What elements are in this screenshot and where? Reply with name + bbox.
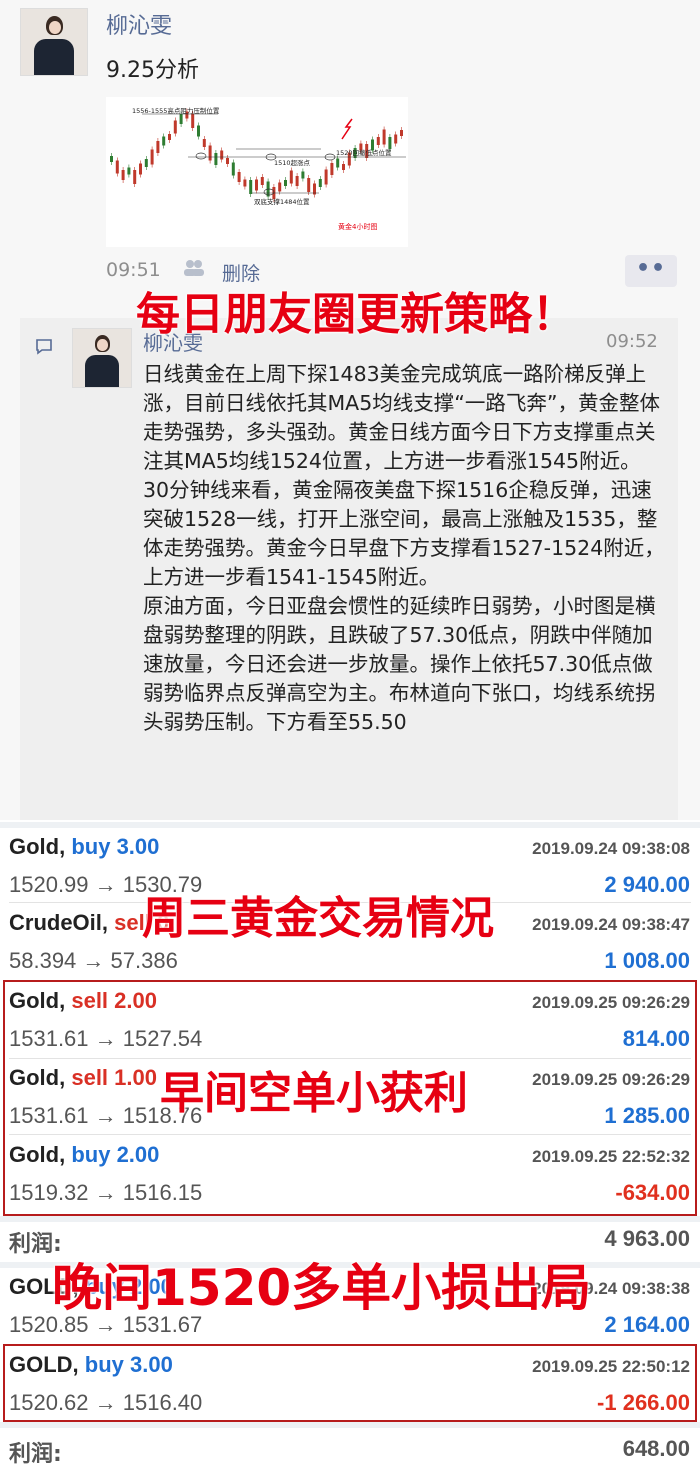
trade-profit: 814.00 xyxy=(622,1026,690,1051)
profit-summary-value: 648.00 xyxy=(622,1436,690,1461)
trade-row[interactable]: Gold, buy 2.00 2019.09.25 22:52:32 1519.… xyxy=(0,1138,700,1208)
trade-side: buy 2.00 xyxy=(71,1142,160,1167)
trade-prices: 1519.32 → 1516.15 xyxy=(9,1180,203,1205)
comment-text: 日线黄金在上周下探1483美金完成筑底一路阶梯反弹上涨，目前日线依托其MA5均线… xyxy=(143,360,668,737)
trade-date: 2019.09.25 09:26:29 xyxy=(532,993,690,1012)
trade-profit: 1 285.00 xyxy=(604,1103,690,1128)
trade-side: buy 3.00 xyxy=(84,1352,173,1377)
trade-symbol: Gold, xyxy=(9,988,66,1013)
profit-summary-label: 利润: xyxy=(9,1442,62,1467)
profit-summary-value: 4 963.00 xyxy=(604,1226,690,1251)
trade-side: sell 2.00 xyxy=(71,988,157,1013)
chart-annotation-resistance: 1556-1555高点阻力压制位置 xyxy=(132,106,220,115)
comment-icon xyxy=(34,336,54,360)
overlay-banner-morning-short: 早间空单小获利 xyxy=(160,1068,468,1119)
trade-side: sell 1.00 xyxy=(71,1065,157,1090)
trade-profit: 1 008.00 xyxy=(604,948,690,973)
trade-date: 2019.09.25 09:26:29 xyxy=(532,1070,690,1089)
more-actions-button[interactable]: •• xyxy=(625,255,677,287)
author-avatar[interactable] xyxy=(20,8,88,76)
trade-profit: 2 940.00 xyxy=(604,872,690,897)
trade-symbol: Gold, xyxy=(9,1065,66,1090)
comment-paragraph: 30分钟线来看，黄金隔夜美盘下探1516企稳反弹，迅速突破1528一线，打开上涨… xyxy=(143,478,665,589)
post-title: 9.25分析 xyxy=(106,58,199,83)
trade-prices: 58.394 → 57.386 xyxy=(9,948,178,973)
chart-caption: 黄金4小时图 xyxy=(338,222,377,231)
overlay-banner-evening-loss: 晚间1520多单小损出局 xyxy=(52,1259,592,1317)
trade-row[interactable]: GOLD, buy 3.00 2019.09.25 22:50:12 1520.… xyxy=(0,1348,700,1418)
trade-date: 2019.09.25 22:52:32 xyxy=(532,1147,690,1166)
trade-prices: 1520.62 → 1516.40 xyxy=(9,1390,203,1415)
chart-annotation-pullback: 1520回撤低点位置 xyxy=(336,148,392,157)
comment-paragraph: 日线黄金在上周下探1483美金完成筑底一路阶梯反弹上涨，目前日线依托其MA5均线… xyxy=(143,362,660,473)
comment-author-avatar[interactable] xyxy=(72,328,132,388)
trade-symbol: Gold, xyxy=(9,1142,66,1167)
overlay-banner-wednesday-trades: 周三黄金交易情况 xyxy=(142,893,494,944)
gold-4h-chart-image[interactable]: 1556-1555高点阻力压制位置 1520回撤低点位置 1510超涨点 双底支… xyxy=(106,97,408,247)
comment-time: 09:52 xyxy=(606,331,658,352)
trade-prices: 1531.61 → 1527.54 xyxy=(9,1026,203,1051)
moments-post: 柳沁雯 9.25分析 1556-1555高点阻力压制位置 1520回撤低点位置 … xyxy=(0,0,700,820)
trade-profit: -634.00 xyxy=(615,1180,690,1205)
chart-annotation-overshoot: 1510超涨点 xyxy=(274,158,311,167)
post-author-name[interactable]: 柳沁雯 xyxy=(106,8,172,40)
trade-symbol: GOLD, xyxy=(9,1352,79,1377)
trade-date: 2019.09.24 09:38:08 xyxy=(532,839,690,858)
overlay-banner-daily-strategy: 每日朋友圈更新策略！ xyxy=(136,289,576,340)
trade-symbol: CrudeOil, xyxy=(9,910,109,935)
trade-profit: 2 164.00 xyxy=(604,1312,690,1337)
trade-date: 2019.09.25 22:50:12 xyxy=(532,1357,690,1376)
trade-date: 2019.09.24 09:38:47 xyxy=(532,915,690,934)
trade-symbol: Gold, xyxy=(9,834,66,859)
trade-profit: -1 266.00 xyxy=(597,1390,690,1415)
trade-row[interactable]: Gold, sell 2.00 2019.09.25 09:26:29 1531… xyxy=(0,984,700,1054)
chart-annotation-double-bottom: 双底支撑1484位置 xyxy=(254,197,310,206)
trade-side: buy 3.00 xyxy=(71,834,160,859)
comment-paragraph: 原油方面，今日亚盘会惯性的延续昨日弱势，小时图是横盘弱势整理的阴跌，且跌破了57… xyxy=(143,594,656,734)
